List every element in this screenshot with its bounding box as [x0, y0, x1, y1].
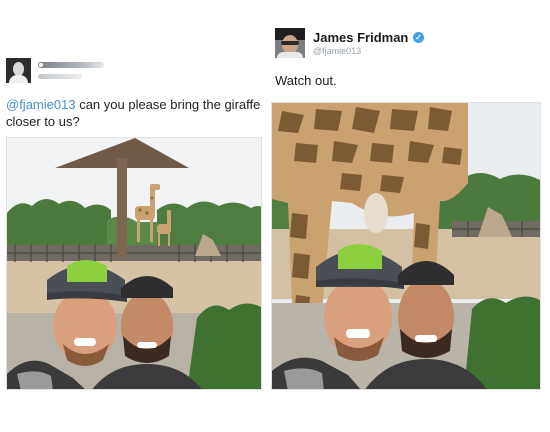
tweet-photo-edited[interactable]: [271, 102, 541, 390]
mention-link[interactable]: @fjamie013: [6, 97, 76, 112]
redacted-handle: [38, 74, 82, 79]
tweet-text: @fjamie013 can you please bring the gira…: [6, 96, 264, 130]
avatar[interactable]: [275, 28, 305, 58]
redacted-username: [38, 62, 104, 68]
tweet-text: Watch out.: [275, 73, 337, 88]
display-name[interactable]: James Fridman: [313, 30, 408, 45]
tweet-photo-original[interactable]: [6, 137, 262, 390]
user-handle[interactable]: @fjamie013: [313, 46, 361, 56]
avatar[interactable]: [6, 58, 31, 83]
verified-badge-icon: ✓: [413, 32, 424, 43]
